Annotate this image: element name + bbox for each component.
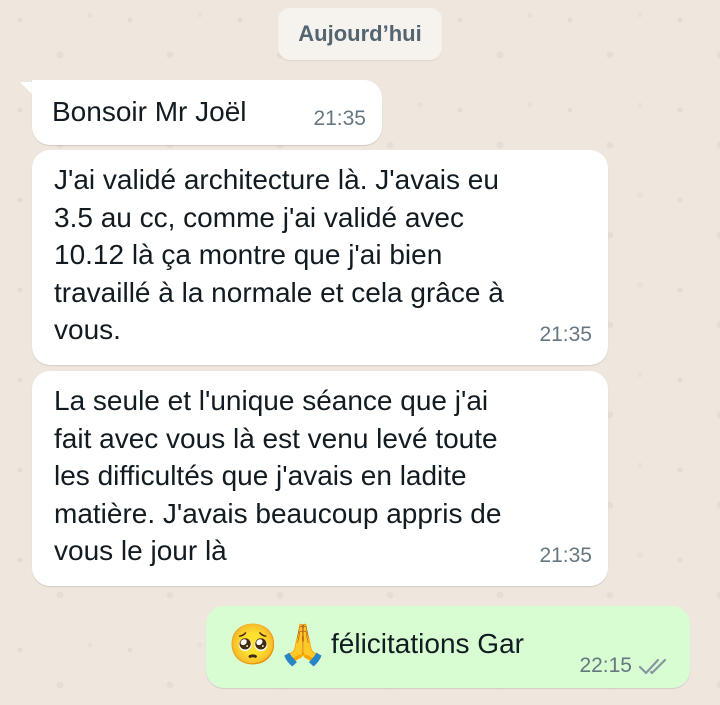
incoming-message[interactable]: J'ai validé architecture là. J'avais eu …: [32, 150, 608, 365]
message-time: 21:35: [313, 106, 366, 130]
date-separator: Aujourd’hui: [278, 8, 442, 60]
message-time: 21:35: [539, 543, 592, 567]
incoming-message[interactable]: La seule et l'unique séance que j'ai fai…: [32, 371, 608, 586]
message-text: félicitations Gar: [331, 628, 524, 659]
folded-hands-emoji: 🙏: [278, 622, 328, 668]
message-text: La seule et l'unique séance que j'ai fai…: [54, 385, 502, 566]
message-time: 22:15: [579, 654, 632, 677]
message-time: 21:35: [539, 322, 592, 346]
outgoing-message[interactable]: 🥺 🙏 félicitations Gar 22:15: [206, 606, 690, 688]
double-check-icon: [638, 658, 667, 675]
pleading-face-emoji: 🥺: [228, 622, 278, 668]
message-text: Bonsoir Mr Joël: [52, 96, 247, 127]
message-text: J'ai validé architecture là. J'avais eu …: [54, 164, 504, 345]
incoming-message[interactable]: Bonsoir Mr Joël 21:35: [32, 80, 382, 145]
